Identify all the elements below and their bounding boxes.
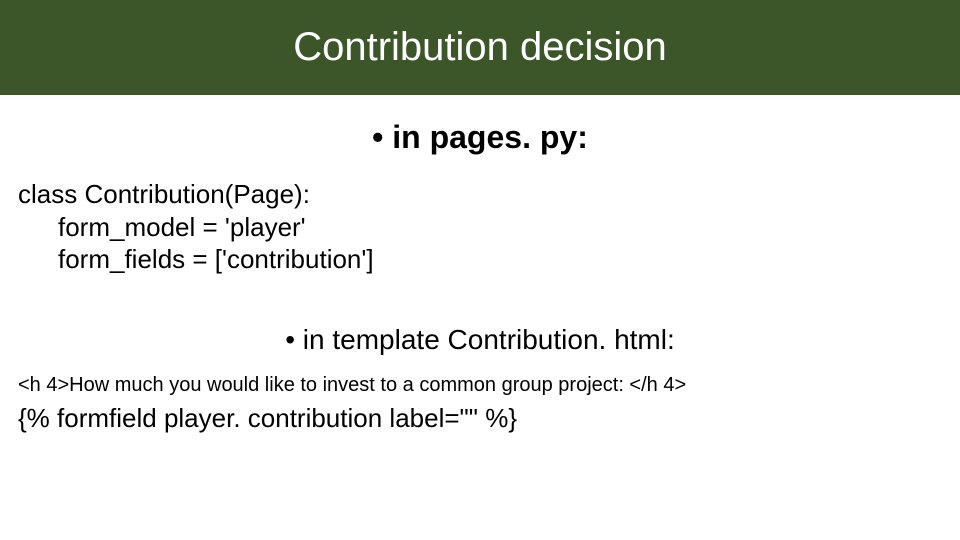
- slide-body: • in pages. py: class Contribution(Page)…: [0, 119, 960, 434]
- python-code-block: class Contribution(Page): form_model = '…: [18, 178, 942, 276]
- template-h4-line: <h 4>How much you would like to invest t…: [18, 374, 942, 397]
- slide-title: Contribution decision: [293, 25, 667, 70]
- bullet-in-pages-py: • in pages. py:: [18, 119, 942, 156]
- code-line: class Contribution(Page):: [18, 179, 310, 209]
- template-formfield-line: {% formfield player. contribution label=…: [18, 403, 942, 434]
- slide: Contribution decision • in pages. py: cl…: [0, 0, 960, 540]
- title-bar: Contribution decision: [0, 0, 960, 95]
- bullet-in-template: • in template Contribution. html:: [18, 324, 942, 356]
- code-line: form_model = 'player': [18, 211, 942, 244]
- code-line: form_fields = ['contribution']: [18, 243, 942, 276]
